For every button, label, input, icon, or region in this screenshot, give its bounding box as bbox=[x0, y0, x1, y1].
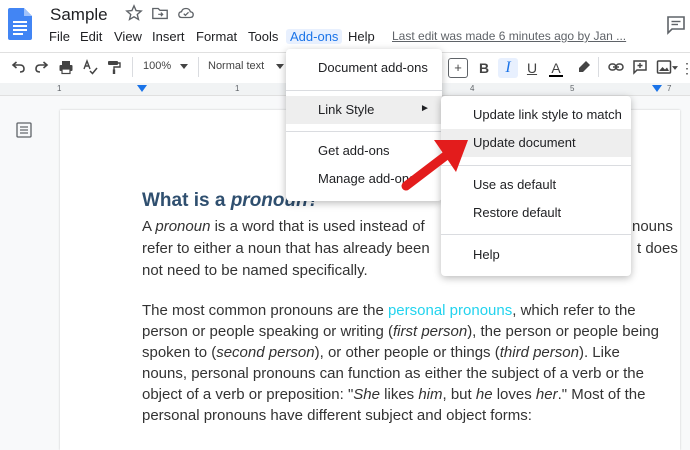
submenu-item-help[interactable]: Help bbox=[441, 241, 631, 269]
move-folder-icon[interactable] bbox=[151, 4, 169, 22]
highlighted-term: personal pronouns bbox=[387, 302, 513, 319]
star-icon[interactable] bbox=[125, 4, 143, 22]
image-dropdown-icon[interactable] bbox=[672, 66, 678, 70]
paragraph-1-line-2: refer to either a noun that has already … bbox=[142, 240, 430, 257]
add-comment-icon[interactable] bbox=[632, 59, 648, 75]
ruler-number: 1 bbox=[235, 84, 240, 93]
paragraph-2-line-6: personal pronouns have different subject… bbox=[142, 407, 532, 424]
ruler-number: 1 bbox=[57, 84, 62, 93]
text-span: loves bbox=[492, 386, 536, 403]
paint-format-icon[interactable] bbox=[106, 59, 122, 75]
more-options-icon[interactable]: ⋮ bbox=[680, 58, 690, 78]
cloud-saved-icon[interactable] bbox=[177, 4, 195, 22]
underline-button[interactable]: U bbox=[522, 58, 542, 78]
menu-tools[interactable]: Tools bbox=[246, 29, 280, 44]
insert-link-icon[interactable] bbox=[608, 59, 624, 75]
comment-history-icon[interactable] bbox=[665, 14, 687, 36]
toolbar-divider bbox=[198, 57, 199, 77]
text-span: ." Most of the bbox=[557, 386, 646, 403]
paragraph-1-line-1-end: nouns bbox=[632, 218, 673, 235]
paragraph-2-line-1: The most common pronouns are the persona… bbox=[142, 302, 636, 319]
print-icon[interactable] bbox=[58, 59, 74, 75]
ruler-number: 7 bbox=[667, 84, 672, 93]
menu-format[interactable]: Format bbox=[194, 29, 239, 44]
submenu-arrow-icon: ► bbox=[420, 103, 430, 114]
menu-divider bbox=[286, 90, 442, 91]
insert-image-icon[interactable] bbox=[656, 59, 672, 75]
text-span: The most common pronouns are the bbox=[142, 302, 388, 319]
zoom-select[interactable]: 100% bbox=[143, 60, 171, 72]
menu-view[interactable]: View bbox=[112, 29, 144, 44]
paragraph-2-line-3: spoken to (second person), or other peop… bbox=[142, 344, 620, 361]
text-span: , but bbox=[442, 386, 476, 403]
text-span: first person bbox=[392, 323, 468, 340]
text-span: A bbox=[142, 218, 156, 235]
text-span: third person bbox=[499, 344, 579, 361]
zoom-dropdown-icon[interactable] bbox=[180, 64, 188, 69]
text-span: object of a verb or preposition: " bbox=[142, 386, 354, 403]
italic-button[interactable]: I bbox=[498, 58, 518, 78]
document-title[interactable]: Sample bbox=[50, 5, 108, 25]
menu-divider bbox=[441, 234, 631, 235]
paragraph-2-line-4: nouns, personal pronouns can function as… bbox=[142, 365, 644, 382]
ruler-number: 5 bbox=[570, 84, 575, 93]
text-span: , which refer to the bbox=[512, 302, 636, 319]
right-indent-marker[interactable] bbox=[652, 85, 662, 92]
paragraph-style-select[interactable]: Normal text bbox=[208, 60, 264, 72]
increase-font-size-button[interactable]: + bbox=[448, 58, 468, 78]
text-span: her bbox=[535, 386, 558, 403]
text-span: him bbox=[418, 386, 443, 403]
text-span: second person bbox=[216, 344, 315, 361]
text-span: ), the person or people being bbox=[467, 323, 659, 340]
paragraph-1-line-3: not need to be named specifically. bbox=[142, 262, 368, 279]
toolbar-divider bbox=[598, 57, 599, 77]
text-span: ). Like bbox=[578, 344, 620, 361]
docs-logo-icon[interactable] bbox=[8, 8, 32, 40]
style-dropdown-icon[interactable] bbox=[276, 64, 284, 69]
paragraph-2-line-5: object of a verb or preposition: "She li… bbox=[142, 386, 645, 403]
undo-icon[interactable] bbox=[10, 59, 26, 75]
document-outline-icon[interactable] bbox=[16, 122, 32, 138]
submenu-item-restore-default[interactable]: Restore default bbox=[441, 199, 631, 227]
paragraph-2-line-2: person or people speaking or writing (fi… bbox=[142, 323, 659, 340]
toolbar-divider bbox=[132, 57, 133, 77]
spellcheck-icon[interactable] bbox=[82, 59, 98, 75]
text-color-bar bbox=[549, 75, 563, 77]
heading-text: What is a bbox=[142, 190, 231, 211]
submenu-item-update-link-style[interactable]: Update link style to match bbox=[441, 101, 631, 129]
menu-help[interactable]: Help bbox=[346, 29, 377, 44]
text-span: pronoun bbox=[155, 218, 211, 235]
text-span: he bbox=[475, 386, 493, 403]
left-indent-marker[interactable] bbox=[137, 85, 147, 92]
text-span: spoken to ( bbox=[142, 344, 217, 361]
ruler-number: 4 bbox=[470, 84, 475, 93]
menu-file[interactable]: File bbox=[47, 29, 72, 44]
highlight-color-icon[interactable] bbox=[576, 59, 592, 75]
menu-insert[interactable]: Insert bbox=[150, 29, 187, 44]
annotation-arrow-icon bbox=[401, 140, 468, 191]
text-span: is a word that is used instead of bbox=[210, 218, 425, 235]
text-span: She bbox=[353, 386, 380, 403]
bold-button[interactable]: B bbox=[474, 58, 494, 78]
text-span: likes bbox=[379, 386, 419, 403]
last-edit-link[interactable]: Last edit was made 6 minutes ago by Jan … bbox=[392, 29, 626, 43]
text-span: person or people speaking or writing ( bbox=[142, 323, 393, 340]
menu-addons[interactable]: Add-ons bbox=[286, 29, 343, 44]
text-span: ), or other people or things ( bbox=[314, 344, 500, 361]
menu-edit[interactable]: Edit bbox=[78, 29, 104, 44]
menu-item-link-style[interactable]: Link Style bbox=[286, 96, 442, 124]
paragraph-1-line-2-end: t does bbox=[637, 240, 678, 257]
menu-item-document-addons[interactable]: Document add-ons bbox=[286, 54, 442, 82]
redo-icon[interactable] bbox=[34, 59, 50, 75]
paragraph-1-line-1: A pronoun is a word that is used instead… bbox=[142, 218, 425, 235]
